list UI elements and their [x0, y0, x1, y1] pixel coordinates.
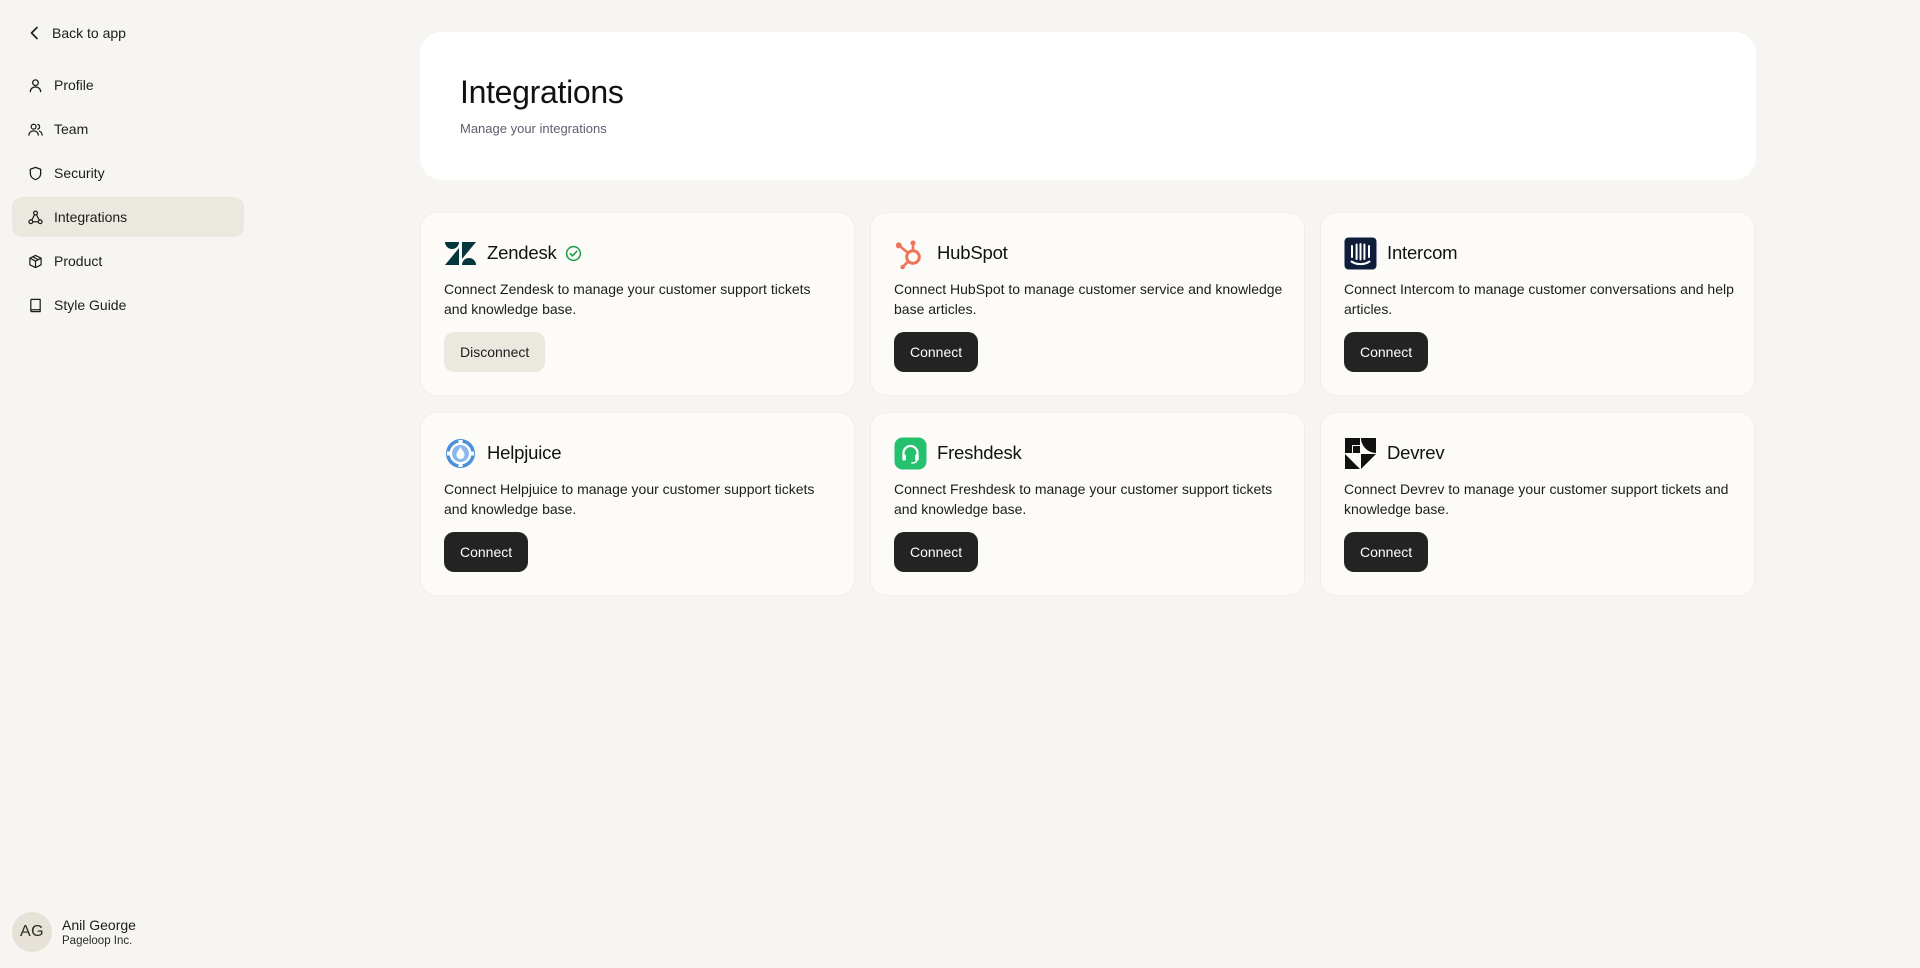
sidebar-item-label: Team: [54, 121, 89, 137]
connected-check-icon: [565, 245, 581, 261]
sidebar-item-label: Security: [54, 165, 105, 181]
integrations-icon: [28, 210, 43, 224]
sidebar-item-profile[interactable]: Profile: [12, 65, 244, 105]
page-header: Integrations Manage your integrations: [420, 32, 1756, 180]
zendesk-logo: [444, 237, 477, 270]
avatar: AG: [12, 912, 52, 952]
integration-name: Freshdesk: [937, 442, 1022, 463]
page-title: Integrations: [460, 74, 624, 110]
user-org: Pageloop Inc.: [62, 934, 133, 947]
sidebar-item-product[interactable]: Product: [12, 241, 244, 281]
integration-name: Devrev: [1387, 442, 1445, 463]
sidebar: Back to app Profile Team Security Integr…: [0, 0, 256, 968]
integration-card-zendesk: Zendesk Connect Zendesk to manage your c…: [420, 212, 855, 396]
integration-description: Connect Helpjuice to manage your custome…: [444, 481, 815, 517]
sidebar-item-style-guide[interactable]: Style Guide: [12, 285, 244, 325]
connect-button[interactable]: Connect: [1344, 332, 1429, 372]
freshdesk-logo: [894, 437, 927, 470]
integration-name: Intercom: [1387, 242, 1458, 263]
shield-icon: [29, 166, 42, 180]
integration-description: Connect Zendesk to manage your customer …: [444, 281, 811, 317]
sidebar-item-label: Profile: [54, 77, 94, 93]
sidebar-item-label: Product: [54, 253, 103, 269]
integration-name: Helpjuice: [487, 442, 562, 463]
box-icon: [29, 254, 42, 268]
helpjuice-logo: [444, 437, 477, 470]
chevron-left-icon: [30, 26, 38, 40]
integration-description: Connect Devrev to manage your customer s…: [1344, 481, 1729, 517]
sidebar-item-security[interactable]: Security: [12, 153, 244, 193]
connect-button[interactable]: Connect: [444, 532, 529, 572]
integration-description: Connect Intercom to manage customer conv…: [1344, 281, 1734, 317]
user-name: Anil George: [62, 916, 136, 933]
integration-card-devrev: Devrev Connect Devrev to manage your cus…: [1320, 412, 1755, 596]
integration-card-freshdesk: Freshdesk Connect Freshdesk to manage yo…: [870, 412, 1305, 596]
back-to-app-label: Back to app: [52, 25, 126, 41]
connect-button[interactable]: Connect: [894, 532, 979, 572]
integration-card-hubspot: HubSpot Connect HubSpot to manage custom…: [870, 212, 1305, 396]
user-account[interactable]: AG Anil George Pageloop Inc.: [12, 912, 136, 952]
integration-card-intercom: Intercom Connect Intercom to manage cust…: [1320, 212, 1755, 396]
users-icon: [28, 123, 43, 136]
settings-nav: Profile Team Security Integrations Produ…: [12, 65, 244, 329]
devrev-logo: [1344, 437, 1377, 470]
connect-button[interactable]: Connect: [1344, 532, 1429, 572]
disconnect-button[interactable]: Disconnect: [444, 332, 546, 372]
sidebar-item-label: Style Guide: [54, 297, 127, 313]
page-subtitle: Manage your integrations: [460, 121, 607, 136]
integration-card-helpjuice: Helpjuice Connect Helpjuice to manage yo…: [420, 412, 855, 596]
sidebar-item-integrations[interactable]: Integrations: [12, 197, 244, 237]
integration-description: Connect HubSpot to manage customer servi…: [894, 281, 1283, 317]
sidebar-item-label: Integrations: [54, 209, 128, 225]
hubspot-logo: [894, 237, 927, 270]
user-info: Anil George Pageloop Inc.: [62, 916, 136, 949]
intercom-logo: [1344, 237, 1377, 270]
integration-name: HubSpot: [937, 242, 1008, 263]
user-icon: [29, 78, 42, 92]
connect-button[interactable]: Connect: [894, 332, 979, 372]
sidebar-item-team[interactable]: Team: [12, 109, 244, 149]
integrations-grid: Zendesk Connect Zendesk to manage your c…: [420, 212, 1756, 596]
book-icon: [30, 298, 41, 312]
integration-name: Zendesk: [487, 242, 557, 263]
back-to-app-link[interactable]: Back to app: [28, 22, 126, 44]
integration-description: Connect Freshdesk to manage your custome…: [894, 481, 1273, 517]
